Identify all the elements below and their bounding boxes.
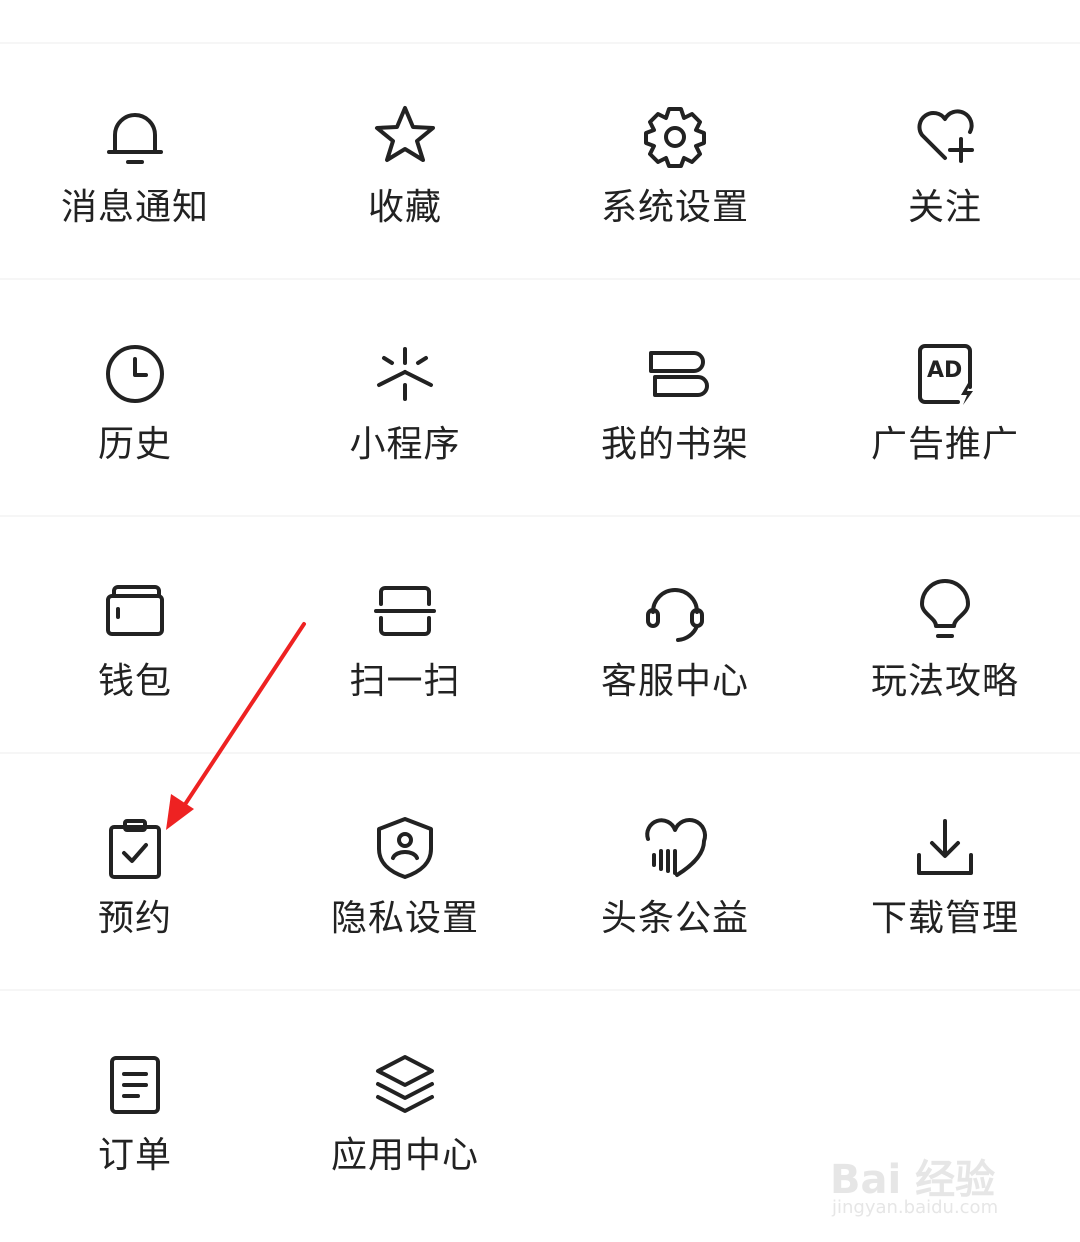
layers-icon [370, 1050, 440, 1120]
download-icon [910, 813, 980, 883]
menu-item-label: 客服中心 [600, 661, 749, 702]
menu-item-label: 小程序 [349, 424, 461, 465]
menu-item-label: 玩法攻略 [870, 661, 1019, 702]
menu-item-wallet[interactable]: 钱包 [0, 518, 270, 754]
menu-item-label: 订单 [97, 1135, 172, 1176]
menu-item-label: 预约 [97, 898, 172, 939]
menu-item-ad-promotion[interactable]: AD 广告推广 [810, 281, 1080, 517]
heart-plus-icon [910, 102, 980, 172]
menu-item-history[interactable]: 历史 [0, 281, 270, 517]
menu-item-favorites[interactable]: 收藏 [270, 44, 540, 280]
menu-item-label: 我的书架 [600, 424, 749, 465]
menu-item-bookshelf[interactable]: 我的书架 [540, 281, 810, 517]
menu-item-label: 收藏 [367, 187, 442, 228]
clock-icon [100, 339, 170, 409]
menu-item-label: 下载管理 [870, 898, 1019, 939]
shield-user-icon [370, 813, 440, 883]
menu-item-label: 钱包 [97, 661, 172, 702]
menu-item-toutiao-charity[interactable]: 头条公益 [540, 755, 810, 991]
menu-item-app-center[interactable]: 应用中心 [270, 992, 540, 1228]
menu-item-label: 应用中心 [330, 1135, 479, 1176]
menu-item-system-settings[interactable]: 系统设置 [540, 44, 810, 280]
ad-icon: AD [910, 339, 980, 409]
bell-icon [100, 102, 170, 172]
menu-item-label: 消息通知 [60, 187, 209, 228]
menu-item-orders[interactable]: 订单 [0, 992, 270, 1228]
star-icon [370, 102, 440, 172]
menu-item-label: 头条公益 [600, 898, 749, 939]
menu-item-privacy-settings[interactable]: 隐私设置 [270, 755, 540, 991]
gear-icon [640, 102, 710, 172]
baidu-jingyan-watermark: Bai 经验 jingyan.baidu.com [830, 1125, 1030, 1225]
order-icon [100, 1050, 170, 1120]
menu-item-label: 关注 [907, 187, 982, 228]
menu-item-label: 系统设置 [600, 187, 749, 228]
menu-item-scan[interactable]: 扫一扫 [270, 518, 540, 754]
mini-program-icon [370, 339, 440, 409]
watermark-url: jingyan.baidu.com [832, 1197, 999, 1218]
menu-item-mini-programs[interactable]: 小程序 [270, 281, 540, 517]
menu-item-follow[interactable]: 关注 [810, 44, 1080, 280]
menu-item-gameplay-guide[interactable]: 玩法攻略 [810, 518, 1080, 754]
headset-icon [640, 576, 710, 646]
bookshelf-icon [640, 339, 710, 409]
charity-heart-icon [640, 813, 710, 883]
menu-item-label: 隐私设置 [330, 898, 479, 939]
wallet-icon [100, 576, 170, 646]
svg-text:AD: AD [927, 358, 962, 383]
menu-item-notifications[interactable]: 消息通知 [0, 44, 270, 280]
menu-item-download-manager[interactable]: 下载管理 [810, 755, 1080, 991]
menu-item-label: 扫一扫 [349, 661, 461, 702]
menu-item-customer-service[interactable]: 客服中心 [540, 518, 810, 754]
menu-item-label: 广告推广 [870, 424, 1019, 465]
clipboard-check-icon [100, 813, 170, 883]
lightbulb-icon [910, 576, 980, 646]
scan-icon [370, 576, 440, 646]
menu-item-label: 历史 [97, 424, 172, 465]
menu-item-reservation[interactable]: 预约 [0, 755, 270, 991]
